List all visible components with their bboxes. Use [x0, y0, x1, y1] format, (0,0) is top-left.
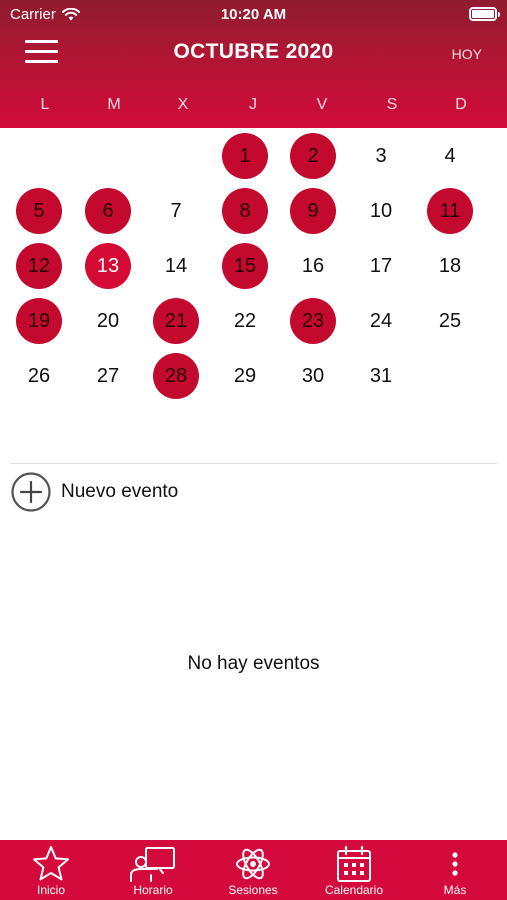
- calendar-day[interactable]: 20: [85, 298, 131, 344]
- atom-icon: [236, 848, 270, 880]
- calendar-day[interactable]: 5: [16, 188, 62, 234]
- calendar-grid: 1 2 3 4 5 6 7 8 9 10 11 12 13 14 15 16 17 18 19 20 21 22 23 24 2…: [0, 128, 507, 408]
- calendar-day[interactable]: 13: [85, 243, 131, 289]
- calendar-day[interactable]: 27: [85, 353, 131, 399]
- calendar-day[interactable]: 17: [358, 243, 404, 289]
- tab-calendario[interactable]: Calendario: [304, 840, 404, 900]
- calendar-day[interactable]: 16: [290, 243, 336, 289]
- tab-label: Horario: [133, 883, 173, 897]
- today-button[interactable]: HOY: [452, 46, 482, 62]
- weekday-label: X: [177, 96, 189, 113]
- calendar-day[interactable]: 31: [358, 353, 404, 399]
- weekday-label: L: [40, 96, 50, 113]
- status-time: 10:20 AM: [220, 6, 287, 23]
- calendar-day[interactable]: 14: [153, 243, 199, 289]
- tab-sesiones[interactable]: Sesiones: [203, 840, 303, 900]
- tab-label: Más: [443, 883, 467, 897]
- header: Carrier 10:20 AM OCTUBRE 2020 HOY L M X …: [0, 0, 507, 128]
- calendar-day[interactable]: 24: [358, 298, 404, 344]
- tab-inicio[interactable]: Inicio: [1, 840, 101, 900]
- calendar-day[interactable]: 26: [16, 353, 62, 399]
- calendar-day[interactable]: 4: [427, 133, 473, 179]
- tab-label: Inicio: [36, 883, 65, 897]
- calendar-day[interactable]: 2: [290, 133, 336, 179]
- calendar-day[interactable]: 22: [222, 298, 268, 344]
- teacher-board-icon: [130, 847, 175, 882]
- calendar-day[interactable]: 11: [427, 188, 473, 234]
- calendar-day[interactable]: 29: [222, 353, 268, 399]
- calendar-day[interactable]: 25: [427, 298, 473, 344]
- weekday-header: L M X J V S D: [0, 96, 507, 118]
- calendar-day[interactable]: 9: [290, 188, 336, 234]
- weekday-label: M: [107, 96, 121, 113]
- add-circle-icon: [11, 472, 51, 512]
- calendar-day[interactable]: 19: [16, 298, 62, 344]
- divider: [10, 463, 497, 464]
- tab-mas[interactable]: Más: [405, 840, 505, 900]
- calendar-icon: [337, 845, 371, 882]
- month-title: OCTUBRE 2020: [173, 40, 334, 63]
- star-icon: [33, 846, 69, 881]
- calendar-day[interactable]: 21: [153, 298, 199, 344]
- calendar-day[interactable]: 12: [16, 243, 62, 289]
- calendar-day[interactable]: 28: [153, 353, 199, 399]
- weekday-label: V: [316, 96, 328, 113]
- tab-label: Sesiones: [228, 883, 278, 897]
- empty-state-message: No hay eventos: [187, 653, 320, 674]
- weekday-label: D: [455, 96, 467, 113]
- tab-horario[interactable]: Horario: [103, 840, 203, 900]
- calendar-day[interactable]: 6: [85, 188, 131, 234]
- tab-bar: Inicio Horario Sesiones Calendario Más: [0, 840, 507, 900]
- calendar-day[interactable]: 30: [290, 353, 336, 399]
- calendar-day[interactable]: 23: [290, 298, 336, 344]
- weekday-label: S: [386, 96, 398, 113]
- more-vertical-icon: [452, 852, 458, 876]
- calendar-day[interactable]: 8: [222, 188, 268, 234]
- calendar-day[interactable]: 10: [358, 188, 404, 234]
- new-event-label: Nuevo evento: [61, 481, 179, 502]
- calendar-day[interactable]: 7: [153, 188, 199, 234]
- tab-label: Calendario: [324, 883, 384, 897]
- calendar-day[interactable]: 15: [222, 243, 268, 289]
- calendar-day[interactable]: 3: [358, 133, 404, 179]
- battery-icon: [469, 7, 500, 21]
- calendar-day[interactable]: 1: [222, 133, 268, 179]
- calendar-day[interactable]: 18: [427, 243, 473, 289]
- status-bar: Carrier 10:20 AM: [0, 0, 507, 28]
- new-event-button[interactable]: Nuevo evento: [11, 472, 178, 512]
- weekday-label: J: [249, 96, 257, 113]
